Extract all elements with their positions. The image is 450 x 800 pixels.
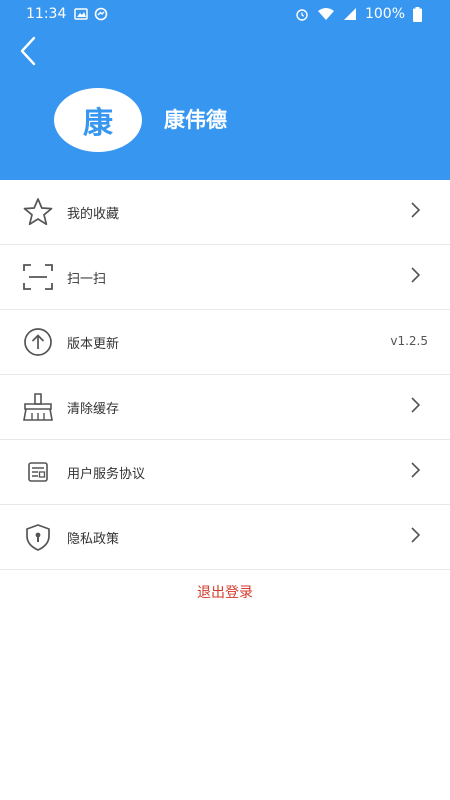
- menu-item-label: 隐私政策: [67, 532, 120, 547]
- menu-item-privacy-policy[interactable]: 隐私政策: [0, 505, 450, 570]
- menu-item-version-update[interactable]: 版本更新 v1.2.5: [0, 310, 450, 375]
- chevron-right-icon: [411, 267, 421, 283]
- menu-item-label: 版本更新: [67, 337, 120, 352]
- image-icon: [74, 8, 88, 20]
- menu-item-label: 我的收藏: [67, 207, 120, 222]
- menu-item-label: 扫一扫: [67, 272, 107, 287]
- shield-lock-icon: [26, 524, 50, 551]
- chevron-right-icon: [411, 462, 421, 478]
- back-arrow-icon[interactable]: [14, 34, 44, 68]
- signal-icon: [343, 8, 356, 20]
- menu-item-label: 用户服务协议: [67, 467, 146, 482]
- version-value: v1.2.5: [390, 334, 428, 348]
- avatar[interactable]: 康: [54, 88, 142, 152]
- chevron-right-icon: [411, 397, 421, 413]
- sync-icon: [94, 7, 108, 21]
- menu-item-favorites[interactable]: 我的收藏: [0, 180, 450, 245]
- logout-button[interactable]: 退出登录: [0, 582, 450, 602]
- status-time: 11:34: [26, 6, 67, 22]
- profile-header: 11:34 100% 康 康伟德: [0, 0, 450, 180]
- status-bar: 11:34 100%: [0, 0, 450, 28]
- menu-item-clear-cache[interactable]: 清除缓存: [0, 375, 450, 440]
- upload-circle-icon: [24, 328, 52, 356]
- scan-icon: [23, 264, 53, 290]
- battery-icon: [413, 6, 422, 22]
- avatar-char: 康: [83, 106, 113, 141]
- agreement-icon: [28, 462, 48, 482]
- menu-item-user-agreement[interactable]: 用户服务协议: [0, 440, 450, 505]
- chevron-right-icon: [411, 202, 421, 218]
- menu-item-scan[interactable]: 扫一扫: [0, 245, 450, 310]
- alarm-icon: [296, 9, 308, 21]
- menu-item-label: 清除缓存: [67, 402, 120, 417]
- star-icon: [23, 198, 53, 226]
- username: 康伟德: [164, 108, 227, 132]
- chevron-right-icon: [411, 527, 421, 543]
- wifi-icon: [317, 8, 334, 20]
- broom-icon: [23, 393, 53, 421]
- battery-percent: 100%: [364, 6, 405, 22]
- menu-list: 我的收藏 扫一扫 版本更新 v1.2.5 清除缓存 用户服务协议 隐私政策: [0, 180, 450, 570]
